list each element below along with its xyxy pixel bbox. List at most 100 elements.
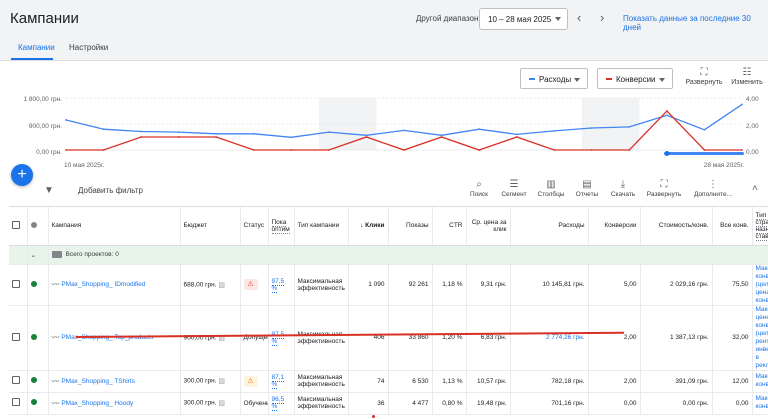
table-row[interactable]: 〰 PMax_Shopping_ TShirts 300,00 грн. ▨ ⚠… bbox=[9, 370, 768, 393]
metric-selector-conversions[interactable]: Конверсии bbox=[597, 68, 673, 89]
optimization-score-value[interactable]: 96,5 % bbox=[271, 396, 285, 411]
expand-chart-button[interactable]: ⛶ Развернуть bbox=[683, 67, 725, 86]
header-impressions[interactable]: Показы bbox=[388, 207, 433, 246]
bid-strategy-link[interactable]: Максимум конверсий bbox=[752, 392, 768, 415]
columns-button[interactable]: ▥ Столбцы bbox=[534, 179, 568, 198]
header-budget[interactable]: Бюджет bbox=[180, 207, 241, 246]
cost-value: 701,16 грн. bbox=[510, 392, 589, 415]
row-checkbox[interactable] bbox=[9, 264, 28, 306]
cost-point-14 bbox=[590, 127, 593, 129]
chevron-up-icon[interactable]: ˄ bbox=[752, 183, 758, 194]
select-all-checkbox[interactable] bbox=[9, 207, 28, 246]
status-dot-icon bbox=[27, 305, 49, 371]
cost-point-7 bbox=[327, 131, 330, 133]
range-scrollbar[interactable] bbox=[664, 152, 744, 155]
clicks-label: Клики bbox=[365, 222, 385, 230]
header-cost[interactable]: Расходы bbox=[510, 207, 589, 246]
optimization-score-value[interactable]: 87,1 % bbox=[271, 374, 285, 389]
pmax-campaign-icon: 〰 bbox=[51, 333, 60, 342]
status-dot-header bbox=[27, 207, 49, 246]
row-checkbox[interactable] bbox=[9, 305, 28, 371]
conversions-point-16 bbox=[665, 110, 668, 112]
campaign-name-link[interactable]: PMax_Shopping_ Hoody bbox=[61, 400, 133, 407]
campaign-name-link[interactable]: PMax_Shopping_ TShirts bbox=[61, 378, 135, 385]
warning-status-icon[interactable]: ⚠ bbox=[243, 279, 258, 290]
cost-point-3 bbox=[177, 131, 180, 133]
folder-icon bbox=[51, 250, 62, 258]
page-title: Кампании bbox=[10, 10, 79, 27]
cost-point-8 bbox=[365, 134, 368, 137]
cost-per-conversion-value: 1 387,13 грн. bbox=[640, 305, 713, 371]
cost-value: 782,18 грн. bbox=[510, 370, 589, 393]
conversions-point-9 bbox=[403, 149, 405, 151]
chevron-down-icon[interactable]: ⌄ bbox=[27, 245, 49, 265]
add-filter-button[interactable]: Добавить фильтр bbox=[78, 186, 143, 195]
header-status[interactable]: Статус bbox=[240, 207, 269, 246]
conversions-point-15 bbox=[628, 149, 631, 151]
edit-chart-button[interactable]: ☷ Изменить bbox=[728, 67, 766, 86]
header-ctr[interactable]: CTR bbox=[432, 207, 467, 246]
metric-selector-cost[interactable]: Расходы bbox=[520, 68, 588, 89]
columns-label: Столбцы bbox=[537, 191, 565, 198]
budget-value: 300,00 грн. bbox=[183, 399, 217, 407]
filter-toolbar: ▼ Добавить фильтр ⌕ Поиск ☰ Сегмент ▥ Ст… bbox=[0, 176, 768, 204]
row-checkbox[interactable] bbox=[9, 370, 28, 393]
cost-point-18 bbox=[741, 103, 743, 106]
chevron-left-icon[interactable]: ‹ bbox=[577, 11, 581, 24]
chevron-right-icon[interactable]: › bbox=[600, 11, 604, 24]
status-dot-icon bbox=[27, 370, 49, 393]
header-cost-per-conversion[interactable]: Стоимость/конв. bbox=[640, 207, 713, 246]
fullscreen-button[interactable]: ⛶ Развернуть bbox=[643, 179, 685, 198]
performance-chart: 1 800,00 грн. 900,00 грн. 0,00 грн. 4,00… bbox=[24, 96, 760, 169]
search-label: Поиск bbox=[469, 191, 488, 198]
table-row[interactable]: 〰 PMax_Shopping_ IDmodified 688,00 грн. … bbox=[9, 264, 768, 306]
date-range-select[interactable]: 10 – 28 мая 2025 bbox=[479, 8, 568, 30]
tab-settings[interactable]: Настройки bbox=[69, 43, 108, 52]
header-clicks[interactable]: ↓ Клики bbox=[348, 207, 389, 246]
tab-campaigns[interactable]: Кампании bbox=[18, 43, 55, 52]
total-projects-label: Всего проектов: 0 bbox=[65, 251, 119, 259]
segment-button[interactable]: ☰ Сегмент bbox=[497, 179, 531, 198]
x-end-label: 28 мая 2025г. bbox=[704, 162, 744, 169]
budget-chart-icon[interactable]: ▨ bbox=[218, 281, 225, 289]
campaign-name-link[interactable]: PMax_Shopping_ IDmodified bbox=[61, 281, 145, 288]
tune-icon: ☷ bbox=[742, 67, 752, 78]
budget-chart-icon[interactable]: ▨ bbox=[218, 399, 225, 407]
avg-cpc-value: 6,83 грн. bbox=[466, 305, 511, 371]
impressions-value: 6 530 bbox=[388, 370, 433, 393]
bid-strategy-link[interactable]: Максимальная ценность конверсий (целевая… bbox=[752, 305, 768, 371]
reports-button[interactable]: ▤ Отчеты bbox=[572, 179, 602, 198]
bid-strategy-link[interactable]: Максимум конверсий bbox=[752, 370, 768, 393]
campaign-type-value: Максимальная эффективность bbox=[294, 305, 349, 371]
annotation-dot bbox=[372, 415, 375, 418]
header-bid-strategy[interactable]: Тип стратегии назначения ставок bbox=[752, 207, 768, 246]
header-all-conversions[interactable]: Все конв. bbox=[712, 207, 753, 246]
table-row[interactable]: 〰 PMax_Shopping_ Hoody 300,00 грн. ▨ Обу… bbox=[9, 392, 768, 415]
y-right-tick-mid: 2,00 bbox=[746, 123, 759, 130]
last-30-days-link[interactable]: Показать данные за последние 30 дней bbox=[623, 14, 768, 32]
range-handle-left[interactable] bbox=[664, 151, 670, 156]
optimization-score-value[interactable]: 97,5 % bbox=[271, 277, 285, 293]
cost-value: 10 145,81 грн. bbox=[510, 264, 589, 306]
search-button[interactable]: ⌕ Поиск bbox=[464, 179, 494, 198]
status-dot-icon bbox=[27, 392, 49, 415]
header-campaign-type[interactable]: Тип кампании bbox=[294, 207, 349, 246]
cost-point-1 bbox=[102, 128, 105, 131]
conversions-point-1 bbox=[102, 149, 105, 151]
y-left-tick-mid: 900,00 грн. bbox=[29, 123, 62, 130]
row-checkbox[interactable] bbox=[9, 392, 28, 415]
header-optimization-score[interactable]: Пока оптим bbox=[268, 207, 295, 246]
columns-icon: ▥ bbox=[546, 179, 556, 190]
budget-chart-icon[interactable]: ▨ bbox=[218, 377, 225, 385]
filter-icon[interactable]: ▼ bbox=[44, 185, 54, 196]
warning-status-icon[interactable]: ⚠ bbox=[243, 375, 258, 387]
download-button[interactable]: ⤓ Скачать bbox=[606, 179, 640, 198]
conversions-value: 2,00 bbox=[588, 305, 641, 371]
header-conversions[interactable]: Конверсии bbox=[588, 207, 641, 246]
more-button[interactable]: ⋮ Дополните... bbox=[690, 179, 736, 198]
bid-strategy-link[interactable]: Максимум конверсий (целевая цена за конв… bbox=[752, 264, 768, 306]
impressions-value: 33 860 bbox=[388, 305, 433, 371]
optimization-score-value[interactable]: 97,5 % bbox=[271, 330, 285, 346]
header-avg-cpc[interactable]: Ср. цена за клик bbox=[466, 207, 511, 246]
header-campaign[interactable]: Кампания bbox=[48, 207, 181, 246]
